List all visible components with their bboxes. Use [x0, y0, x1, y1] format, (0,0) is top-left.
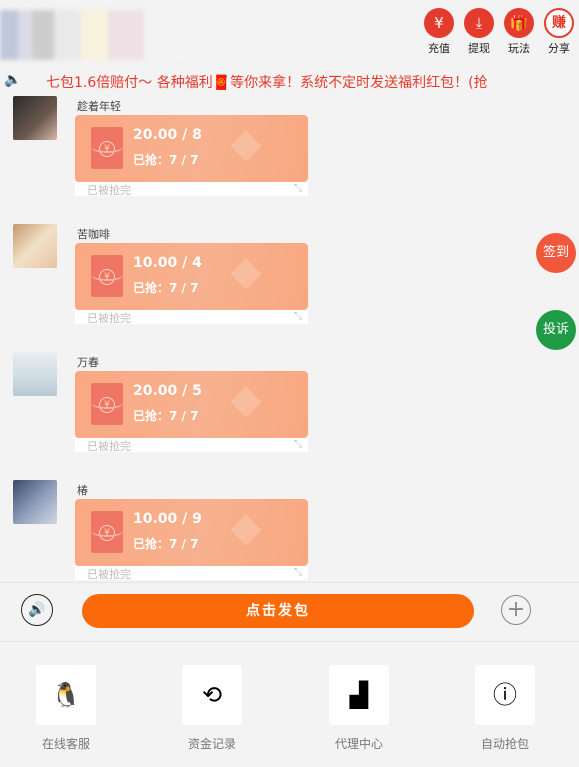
- qq-penguin-icon: 🐧: [36, 665, 96, 725]
- packet-amount: 10.00 / 4: [133, 255, 202, 271]
- decor-diamond: [230, 130, 262, 162]
- message-item: 万春 ¥ 20.00 / 5 已抢：7 / 7 已被抢完 ⤡: [0, 352, 579, 472]
- avatar[interactable]: [13, 352, 57, 396]
- sender-name: 万春: [77, 356, 99, 369]
- red-envelope-icon: ¥: [91, 511, 123, 553]
- withdraw-button[interactable]: ⤓ 提现: [463, 8, 495, 56]
- red-packet[interactable]: ¥ 10.00 / 4 已抢：7 / 7: [75, 243, 308, 310]
- red-packet[interactable]: ¥ 10.00 / 9 已抢：7 / 7: [75, 499, 308, 566]
- packet-amount: 20.00 / 8: [133, 127, 202, 143]
- collapse-icon: ⤡: [294, 567, 302, 578]
- packet-footer: 已被抢完 ⤡: [75, 438, 308, 453]
- message-item: 苦咖啡 ¥ 10.00 / 4 已抢：7 / 7 已被抢完 ⤡: [0, 224, 579, 344]
- sender-name: 苦咖啡: [77, 228, 110, 241]
- recharge-button[interactable]: ¥ 充值: [423, 8, 455, 56]
- top-actions: ¥ 充值 ⤓ 提现 🎁 玩法 赚 分享: [423, 8, 575, 56]
- sender-name: 趁着年轻: [77, 100, 121, 113]
- dock-item-fund-records[interactable]: ⟲ 资金记录: [162, 665, 262, 752]
- message-item: 趁着年轻 ¥ 20.00 / 8 已抢：7 / 7 已被抢完 ⤡: [0, 96, 579, 216]
- complain-button[interactable]: 投诉: [536, 310, 576, 350]
- notice-marquee: 🔈 七包1.6倍赔付～ 各种福利🧧等你来拿！系统不定时发送福利红包！(抢: [0, 66, 579, 96]
- red-envelope-icon: ¥: [91, 127, 123, 169]
- collapse-icon: ⤡: [294, 183, 302, 194]
- packet-amount: 10.00 / 9: [133, 511, 202, 527]
- share-button[interactable]: 赚 分享: [543, 8, 575, 56]
- bottom-dock: 🐧 在线客服 ⟲ 资金记录 ▟ 代理中心 ⓘ 自动抢包: [0, 641, 579, 767]
- decor-diamond: [230, 258, 262, 290]
- collapse-icon: ⤡: [294, 439, 302, 450]
- notice-text: 七包1.6倍赔付～ 各种福利🧧等你来拿！系统不定时发送福利红包！(抢: [46, 75, 488, 91]
- packet-grabbed: 已抢：7 / 7: [133, 153, 199, 167]
- rules-label: 玩法: [508, 42, 530, 55]
- dock-label: 在线客服: [41, 737, 90, 751]
- dock-label: 代理中心: [334, 737, 383, 751]
- withdraw-label: 提现: [468, 42, 490, 55]
- recharge-label: 充值: [428, 42, 450, 55]
- red-envelope-icon: ¥: [91, 255, 123, 297]
- decor-diamond: [230, 514, 262, 546]
- share-icon: 赚: [544, 8, 574, 38]
- share-label: 分享: [548, 42, 570, 55]
- user-avatar-blurred: [0, 10, 180, 60]
- packet-amount: 20.00 / 5: [133, 383, 202, 399]
- dock-label: 自动抢包: [480, 737, 529, 751]
- composer-bar: 🔊 点击发包 +: [0, 582, 579, 641]
- speaker-icon: 🔈: [4, 72, 22, 88]
- checkin-button[interactable]: 签到: [536, 233, 576, 273]
- packet-footer: 已被抢完 ⤡: [75, 310, 308, 325]
- gift-icon: 🎁: [504, 8, 534, 38]
- plus-icon[interactable]: +: [501, 595, 531, 625]
- red-packet[interactable]: ¥ 20.00 / 8 已抢：7 / 7: [75, 115, 308, 182]
- money-cycle-icon: ⟲: [182, 665, 242, 725]
- dock-item-customer-service[interactable]: 🐧 在线客服: [16, 665, 116, 752]
- header: ¥ 充值 ⤓ 提现 🎁 玩法 赚 分享: [0, 0, 579, 66]
- sender-name: 椿: [77, 484, 88, 497]
- decor-diamond: [230, 386, 262, 418]
- avatar[interactable]: [13, 480, 57, 524]
- avatar[interactable]: [13, 224, 57, 268]
- voice-icon[interactable]: 🔊: [21, 594, 53, 626]
- packet-status: 已被抢完: [87, 440, 131, 453]
- packet-grabbed: 已抢：7 / 7: [133, 409, 199, 423]
- packet-status: 已被抢完: [87, 184, 131, 197]
- withdraw-icon: ⤓: [464, 8, 494, 38]
- rules-button[interactable]: 🎁 玩法: [503, 8, 535, 56]
- packet-footer: 已被抢完 ⤡: [75, 182, 308, 197]
- red-envelope-icon: ¥: [91, 383, 123, 425]
- info-icon: ⓘ: [475, 665, 535, 725]
- yuan-icon: ¥: [424, 8, 454, 38]
- avatar[interactable]: [13, 96, 57, 140]
- packet-status: 已被抢完: [87, 312, 131, 325]
- dock-item-auto-grab[interactable]: ⓘ 自动抢包: [455, 665, 555, 752]
- dock-label: 资金记录: [187, 737, 236, 751]
- packet-footer: 已被抢完 ⤡: [75, 566, 308, 581]
- send-packet-button[interactable]: 点击发包: [82, 594, 474, 628]
- collapse-icon: ⤡: [294, 311, 302, 322]
- packet-status: 已被抢完: [87, 568, 131, 581]
- dock-item-agent-center[interactable]: ▟ 代理中心: [309, 665, 409, 752]
- agent-podium-icon: ▟: [329, 665, 389, 725]
- packet-grabbed: 已抢：7 / 7: [133, 537, 199, 551]
- packet-grabbed: 已抢：7 / 7: [133, 281, 199, 295]
- red-packet[interactable]: ¥ 20.00 / 5 已抢：7 / 7: [75, 371, 308, 438]
